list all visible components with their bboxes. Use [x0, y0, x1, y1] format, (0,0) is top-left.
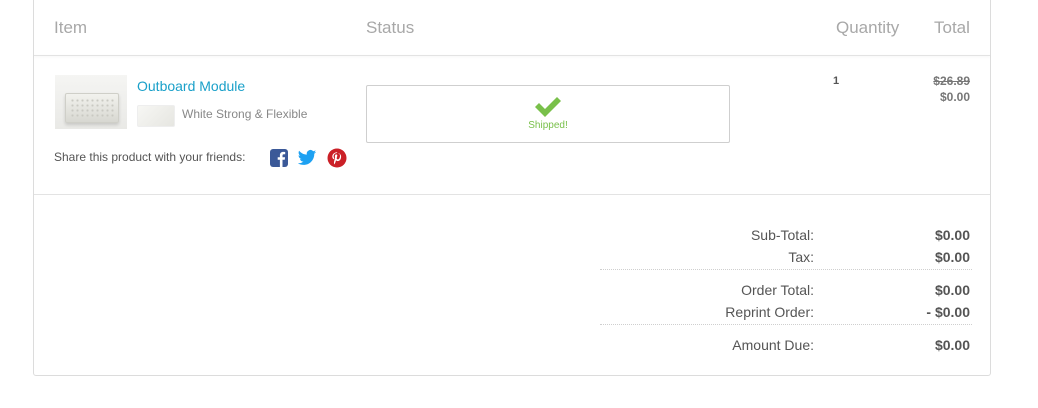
- product-thumbnail[interactable]: [55, 75, 127, 129]
- pinterest-icon[interactable]: [327, 148, 347, 168]
- column-header-status: Status: [366, 18, 415, 37]
- amount-due-label: Amount Due:: [732, 337, 814, 353]
- material-name: White Strong & Flexible: [182, 107, 308, 121]
- tax-value: $0.00: [934, 249, 970, 265]
- reprint-order-label: Reprint Order:: [725, 304, 814, 320]
- column-header-total: Total: [934, 18, 970, 37]
- twitter-icon[interactable]: [297, 148, 317, 168]
- tax-label: Tax:: [788, 249, 814, 265]
- column-header-item: Item: [54, 18, 88, 37]
- status-text: Shipped!: [528, 120, 568, 131]
- material-swatch: [137, 105, 175, 127]
- order-total-label: Order Total:: [741, 282, 814, 298]
- subtotal-value: $0.00: [934, 227, 970, 243]
- original-price: $26.89: [933, 74, 970, 88]
- header-divider: [34, 55, 990, 56]
- quantity-value: 1: [833, 75, 840, 87]
- column-header-quantity: Quantity: [836, 18, 900, 37]
- amount-due-value: $0.00: [934, 337, 970, 353]
- reprint-order-value: - $0.00: [926, 304, 970, 320]
- status-box: Shipped!: [366, 85, 730, 143]
- facebook-icon[interactable]: [269, 148, 289, 168]
- summary-divider: [600, 269, 972, 270]
- item-total-price: $0.00: [939, 90, 970, 104]
- order-total-value: $0.00: [934, 282, 970, 298]
- row-divider: [34, 194, 990, 195]
- summary-divider: [600, 324, 972, 325]
- product-name-link[interactable]: Outboard Module: [137, 78, 245, 94]
- subtotal-label: Sub-Total:: [750, 227, 814, 243]
- order-items-panel: Item Status Quantity Total Outboard Modu…: [33, 0, 991, 376]
- share-label: Share this product with your friends:: [54, 150, 246, 164]
- checkmark-icon: [535, 97, 561, 117]
